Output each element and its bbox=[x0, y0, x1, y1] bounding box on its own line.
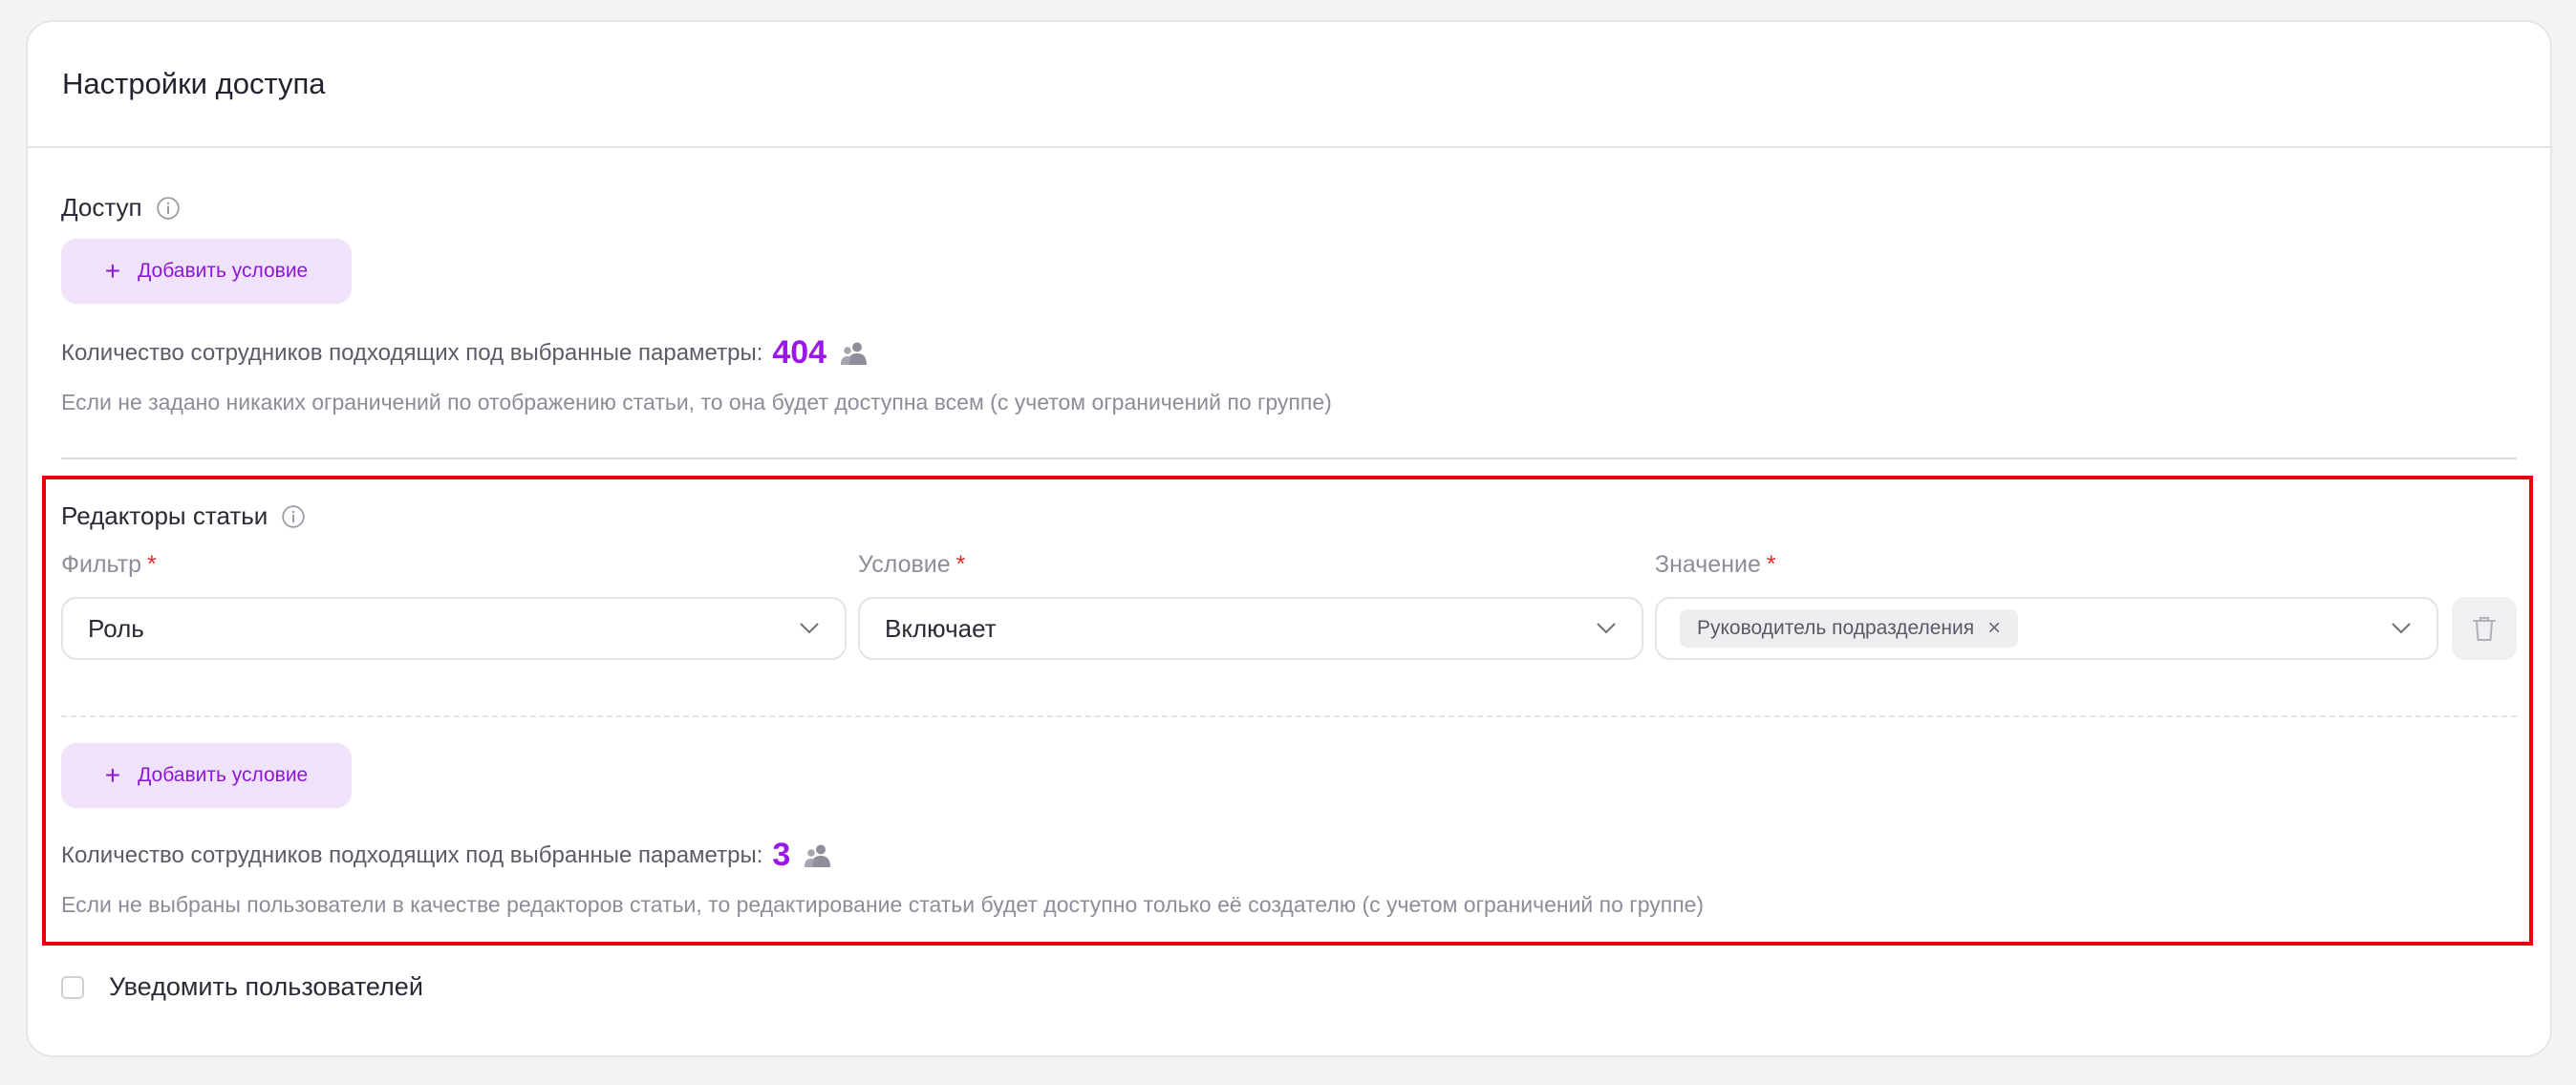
filter-column-label: Фильтр * bbox=[61, 551, 157, 578]
required-marker: * bbox=[955, 551, 966, 578]
value-multiselect[interactable]: Руководитель подразделения × bbox=[1655, 597, 2438, 660]
count-text: Количество сотрудников подходящих под вы… bbox=[61, 339, 763, 366]
filter-select-value: Роль bbox=[88, 613, 144, 643]
card-header: Настройки доступа bbox=[28, 22, 2550, 148]
filter-select[interactable]: Роль bbox=[61, 597, 847, 660]
count-value: 404 bbox=[772, 334, 827, 371]
plus-icon: + bbox=[104, 256, 121, 286]
people-icon bbox=[841, 342, 868, 365]
value-chip-label: Руководитель подразделения bbox=[1697, 617, 1975, 639]
access-hint: Если не задано никаких ограничений по от… bbox=[61, 390, 1332, 415]
add-condition-label: Добавить условие bbox=[138, 260, 309, 282]
editors-add-condition-button[interactable]: + Добавить условие bbox=[61, 743, 352, 808]
access-label: Доступ bbox=[61, 193, 142, 222]
editors-hint: Если не выбраны пользователи в качестве … bbox=[61, 892, 1705, 917]
people-icon bbox=[805, 844, 831, 867]
card-title: Настройки доступа bbox=[62, 67, 326, 100]
delete-condition-button[interactable] bbox=[2452, 597, 2517, 660]
editors-employee-count: Количество сотрудников подходящих под вы… bbox=[61, 837, 832, 874]
notify-users-label[interactable]: Уведомить пользователей bbox=[109, 972, 423, 1002]
close-icon[interactable]: × bbox=[1987, 617, 2001, 640]
row-divider bbox=[61, 715, 2517, 717]
chevron-down-icon bbox=[800, 623, 819, 634]
condition-select[interactable]: Включает bbox=[858, 597, 1643, 660]
condition-column-label: Условие * bbox=[858, 551, 966, 578]
access-section-label: Доступ bbox=[61, 193, 181, 223]
access-employee-count: Количество сотрудников подходящих под вы… bbox=[61, 334, 869, 372]
add-condition-label: Добавить условие bbox=[138, 764, 309, 786]
condition-select-value: Включает bbox=[885, 613, 997, 643]
editors-label: Редакторы статьи bbox=[61, 501, 268, 530]
required-marker: * bbox=[1766, 551, 1776, 578]
section-divider bbox=[61, 457, 2517, 459]
info-icon[interactable] bbox=[281, 504, 306, 529]
trash-icon bbox=[2473, 617, 2496, 641]
info-icon[interactable] bbox=[156, 196, 181, 221]
access-add-condition-button[interactable]: + Добавить условие bbox=[61, 239, 352, 304]
chevron-down-icon bbox=[1597, 623, 1616, 634]
chevron-down-icon bbox=[2392, 623, 2411, 634]
value-column-label: Значение * bbox=[1655, 551, 1776, 578]
required-marker: * bbox=[146, 551, 157, 578]
plus-icon: + bbox=[104, 760, 121, 790]
value-chip: Руководитель подразделения × bbox=[1680, 609, 2019, 648]
count-value: 3 bbox=[772, 837, 791, 873]
value-chip-area: Руководитель подразделения × bbox=[1680, 609, 2391, 648]
editors-highlight-frame bbox=[42, 476, 2533, 946]
editors-section-label: Редакторы статьи bbox=[61, 501, 306, 531]
notify-users-row[interactable]: Уведомить пользователей bbox=[61, 972, 423, 1002]
notify-users-checkbox[interactable] bbox=[61, 975, 84, 999]
count-text: Количество сотрудников подходящих под вы… bbox=[61, 841, 763, 868]
